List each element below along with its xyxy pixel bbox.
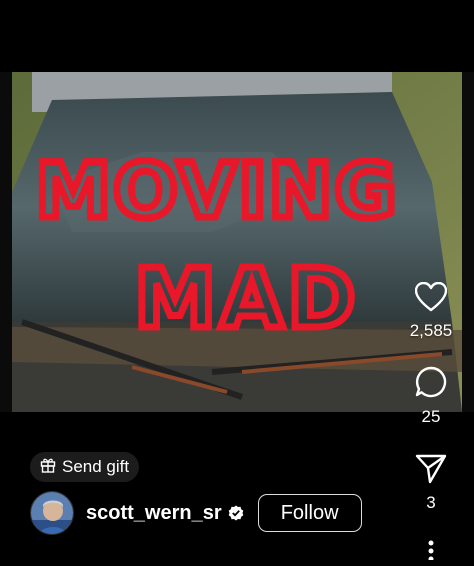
comment-count: 25 bbox=[421, 407, 441, 426]
author-row: scott_wern_sr Follow bbox=[30, 490, 362, 536]
share-count: 3 bbox=[426, 493, 436, 512]
video-player[interactable]: MOVING MAD bbox=[12, 72, 462, 412]
windshield-text-line2: MAD bbox=[134, 252, 359, 347]
more-icon[interactable] bbox=[428, 540, 434, 565]
send-gift-label: Send gift bbox=[62, 457, 130, 476]
author-username[interactable]: scott_wern_sr bbox=[86, 502, 222, 525]
send-icon[interactable] bbox=[415, 454, 447, 489]
top-bar bbox=[0, 0, 474, 72]
follow-button[interactable]: Follow bbox=[257, 494, 362, 532]
previous-post-edge bbox=[0, 72, 12, 412]
windshield-text-line1: MOVING bbox=[35, 146, 398, 235]
next-post-edge bbox=[462, 72, 474, 412]
like-action[interactable]: 2,585 bbox=[402, 281, 460, 341]
like-count: 2,585 bbox=[409, 321, 453, 340]
verified-badge-icon bbox=[228, 505, 244, 521]
windshield-scene: MOVING MAD bbox=[12, 72, 462, 412]
comment-icon[interactable] bbox=[415, 366, 447, 403]
gift-icon bbox=[40, 457, 56, 478]
share-action[interactable]: 3 bbox=[402, 454, 460, 513]
send-gift-button[interactable]: Send gift bbox=[30, 452, 140, 482]
comment-action[interactable]: 25 bbox=[402, 366, 460, 427]
heart-icon[interactable] bbox=[414, 281, 448, 317]
avatar[interactable] bbox=[30, 491, 74, 535]
more-options-button[interactable] bbox=[416, 540, 446, 565]
